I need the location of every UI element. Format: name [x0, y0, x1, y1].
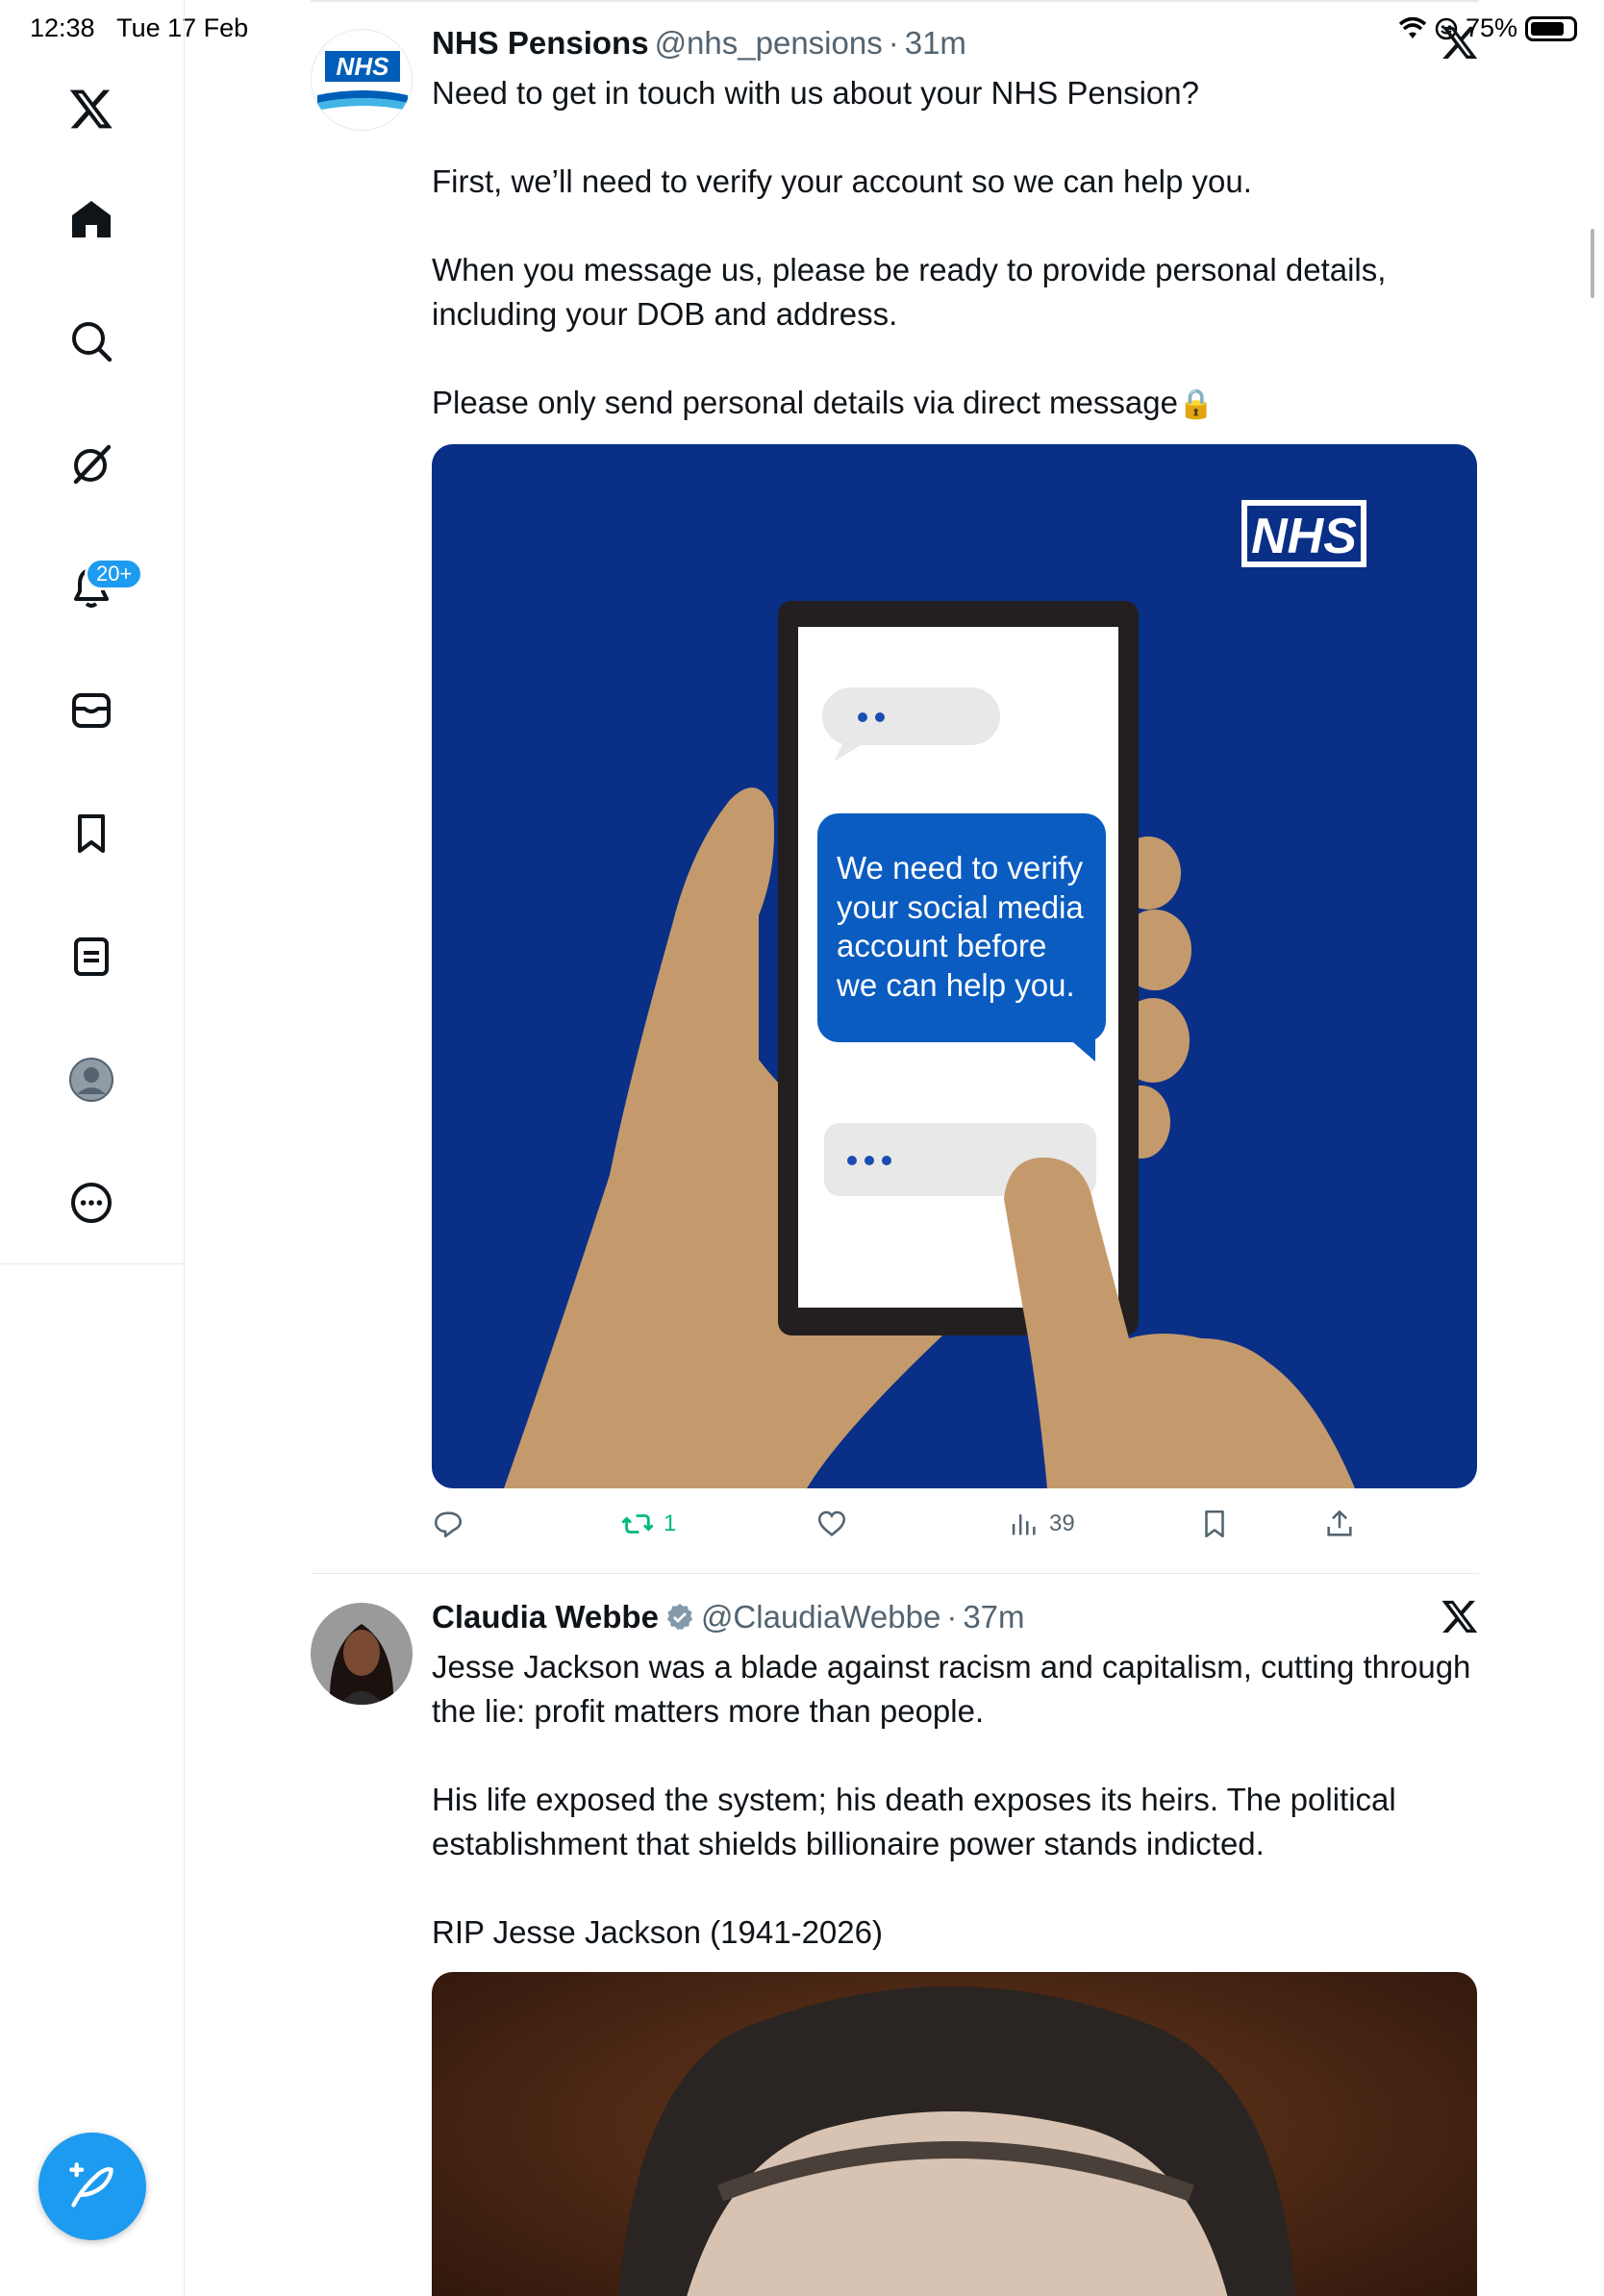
tweet-separator [311, 1573, 1479, 1574]
author-handle[interactable]: @ClaudiaWebbe [701, 1599, 940, 1635]
tweet-paragraph: RIP Jesse Jackson (1941-2026) [432, 1914, 883, 1950]
bubble-line: account before [837, 928, 1046, 963]
tweet-paragraph: Please only send personal details via di… [432, 381, 1480, 427]
battery-icon [1525, 15, 1577, 41]
header-dot: · [888, 25, 899, 61]
compose-feather-icon [69, 2162, 113, 2208]
views-count: 39 [1049, 1510, 1075, 1536]
more-icon[interactable] [63, 1175, 119, 1231]
portrait-photo [432, 1972, 1477, 2296]
svg-text:NHS: NHS [337, 52, 390, 81]
tweet-paragraph: First, we’ll need to verify your account… [432, 163, 1252, 199]
sidebar-divider [0, 1263, 185, 1264]
x-logo-icon[interactable] [63, 81, 119, 137]
like-button[interactable] [815, 1508, 848, 1540]
lock-emoji-icon: 🔒 [1177, 388, 1215, 420]
bookmark-button[interactable] [1198, 1508, 1231, 1540]
bubble-line: your social media [837, 889, 1084, 925]
tweet-time[interactable]: 37m [963, 1599, 1024, 1635]
author-name[interactable]: Claudia Webbe [432, 1599, 659, 1635]
lists-icon[interactable] [63, 929, 119, 985]
avatar-nhs-pensions[interactable]: NHS [311, 29, 413, 131]
retweet-icon [621, 1514, 654, 1534]
tweet-paragraph-text: Please only send personal details via di… [432, 385, 1178, 420]
search-icon[interactable] [63, 313, 119, 369]
author-name[interactable]: NHS Pensions [432, 25, 649, 62]
tweet-media-image[interactable]: NHS We need to verify your social media … [432, 444, 1477, 1488]
tweet-paragraph: His life exposed the system; his death e… [432, 1782, 1396, 1861]
reply-button[interactable] [432, 1508, 464, 1540]
sidebar: 20+ [0, 0, 185, 2296]
header-dot: · [946, 1599, 958, 1635]
tweet-time[interactable]: 31m [905, 25, 966, 62]
tweet-media-photo[interactable] [432, 1972, 1477, 2296]
views-button[interactable]: 39 [1007, 1508, 1075, 1540]
compose-button[interactable] [38, 2133, 146, 2240]
avatar-claudia-webbe[interactable] [311, 1603, 413, 1705]
heart-icon [817, 1510, 846, 1536]
tweet-header: Claudia Webbe @ClaudiaWebbe · 37m [432, 1599, 1025, 1635]
retweet-button[interactable]: 1 [621, 1508, 676, 1540]
share-button[interactable] [1323, 1508, 1356, 1540]
feed-top-border [311, 0, 1479, 2]
tweet-paragraph: Need to get in touch with us about your … [432, 75, 1199, 111]
tweet-body: Jesse Jackson was a blade against racism… [432, 1645, 1480, 1955]
tweet-actions: 1 39 [432, 1508, 1393, 1546]
media-nhs-logo-text: NHS [1251, 509, 1357, 564]
nhs-illustration: NHS We need to verify your social media … [432, 444, 1477, 1488]
tweet-header: NHS Pensions @nhs_pensions · 31m [432, 25, 966, 62]
tweet-paragraph: Jesse Jackson was a blade against racism… [432, 1649, 1471, 1729]
bookmarks-icon[interactable] [63, 806, 119, 861]
bubble-line: we can help you. [836, 967, 1075, 1003]
home-icon[interactable] [63, 191, 119, 247]
x-brand-icon[interactable] [1441, 1597, 1479, 1635]
wifi-icon [1398, 16, 1427, 38]
bubble-line: We need to verify [837, 850, 1084, 886]
tweet-paragraph: When you message us, please be ready to … [432, 252, 1387, 332]
x-brand-icon[interactable] [1441, 23, 1479, 62]
profile-avatar-icon[interactable] [63, 1052, 119, 1108]
tweet-body: Need to get in touch with us about your … [432, 71, 1480, 427]
status-indicators: 75% [1398, 13, 1577, 43]
notification-badge: 20+ [85, 558, 144, 590]
messages-icon[interactable] [63, 683, 119, 738]
avatar-photo [311, 1603, 413, 1705]
share-icon [1327, 1510, 1352, 1536]
retweet-count: 1 [664, 1510, 677, 1536]
reply-icon [434, 1511, 463, 1538]
verified-badge-icon [666, 1604, 693, 1631]
scrollbar-thumb[interactable] [1591, 229, 1594, 298]
views-chart-icon [1012, 1514, 1036, 1535]
nhs-avatar-logo: NHS [317, 51, 408, 111]
author-handle[interactable]: @nhs_pensions [655, 25, 883, 62]
grok-icon[interactable] [63, 437, 119, 492]
bookmark-icon [1205, 1510, 1224, 1538]
